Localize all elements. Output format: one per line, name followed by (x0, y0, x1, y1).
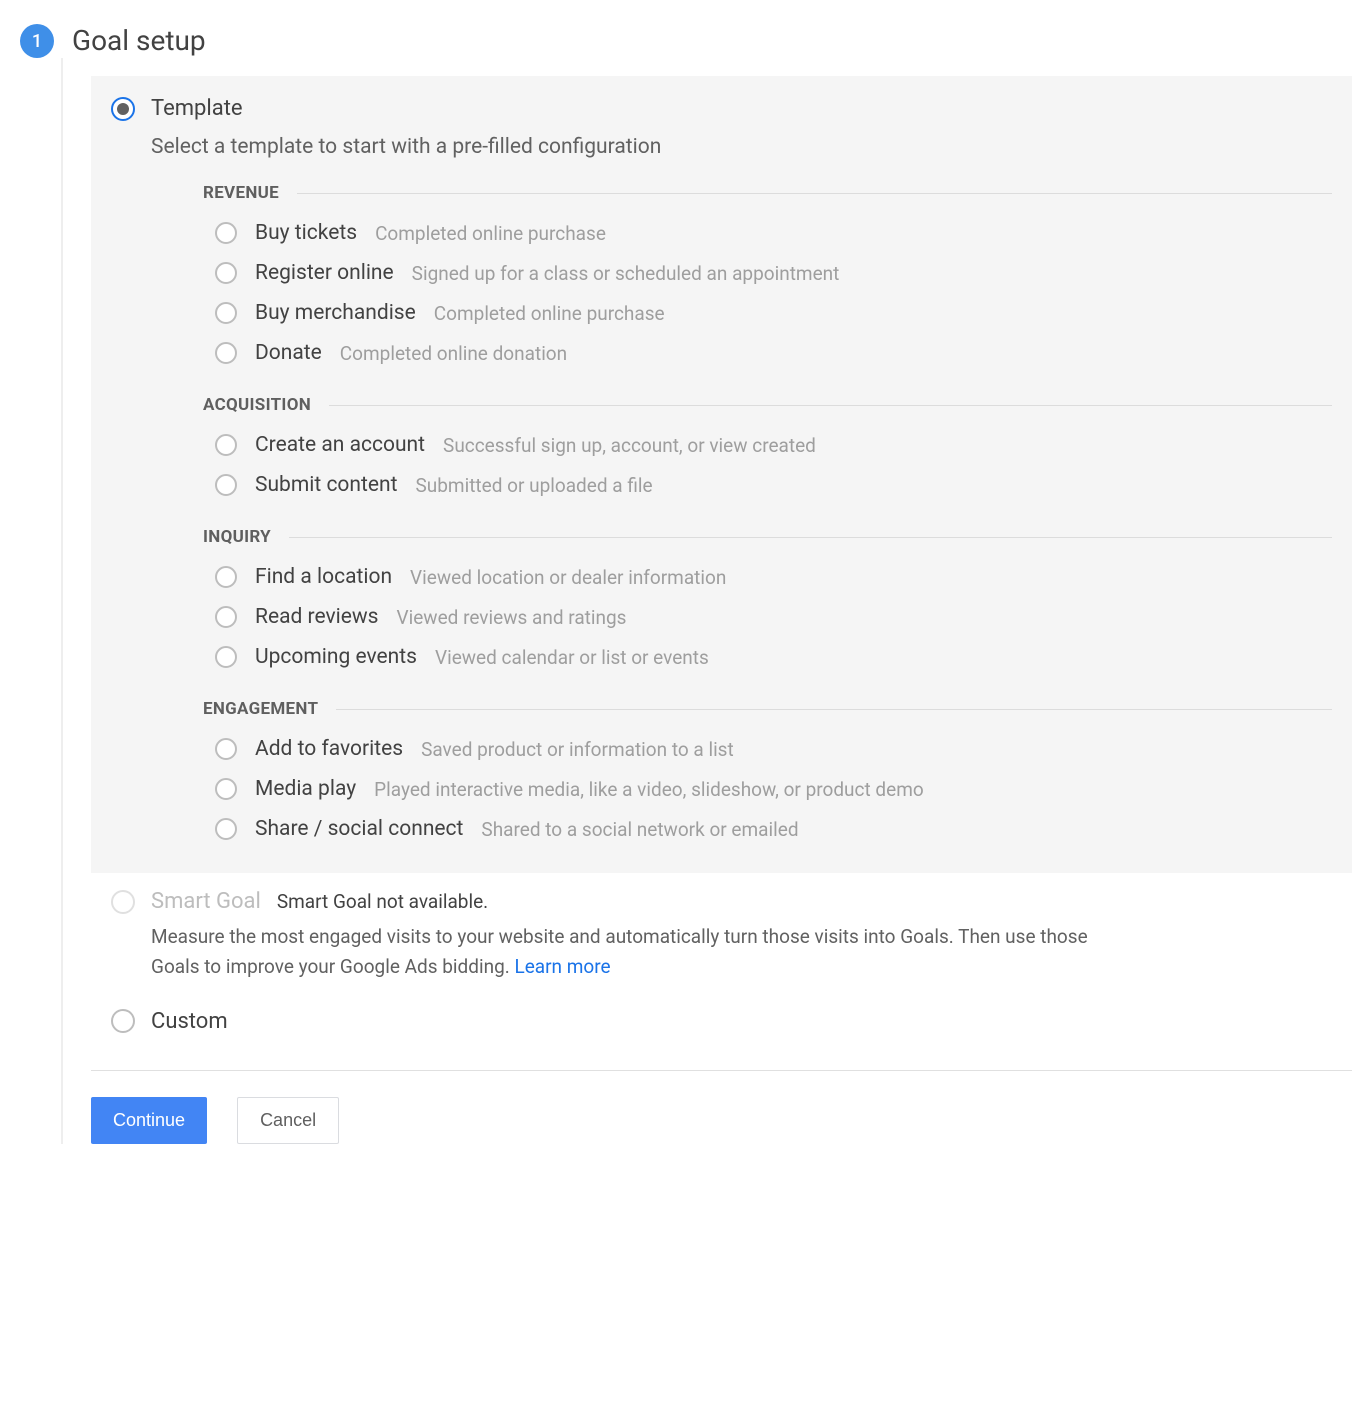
item-desc: Completed online purchase (434, 302, 665, 325)
item-label: Submit content (255, 473, 397, 497)
group-inquiry: INQUIRY Find a location Viewed location … (203, 527, 1332, 677)
group-revenue: REVENUE Buy tickets Completed online pur… (203, 183, 1332, 373)
smart-goal-block: Smart Goal Smart Goal not available. Mea… (111, 889, 1352, 983)
item-label: Share / social connect (255, 817, 463, 841)
smart-goal-radio (111, 890, 135, 914)
divider (91, 1070, 1352, 1071)
item-label: Media play (255, 777, 356, 801)
item-desc: Viewed calendar or list or events (435, 646, 709, 669)
custom-radio[interactable] (111, 1009, 135, 1033)
cancel-button[interactable]: Cancel (237, 1097, 339, 1144)
item-media-play[interactable]: Media play Played interactive media, lik… (215, 769, 1332, 809)
item-label: Add to favorites (255, 737, 403, 761)
template-radio-row[interactable]: Template (111, 96, 1332, 121)
radio-find-location[interactable] (215, 566, 237, 588)
smart-goal-label: Smart Goal (151, 889, 261, 914)
item-label: Create an account (255, 433, 425, 457)
button-row: Continue Cancel (91, 1097, 1352, 1144)
group-revenue-title: REVENUE (203, 183, 279, 203)
radio-buy-tickets[interactable] (215, 222, 237, 244)
smart-goal-radio-row: Smart Goal Smart Goal not available. (111, 889, 1352, 914)
item-desc: Signed up for a class or scheduled an ap… (412, 262, 840, 285)
item-label: Buy merchandise (255, 301, 416, 325)
item-desc: Saved product or information to a list (421, 738, 734, 761)
item-read-reviews[interactable]: Read reviews Viewed reviews and ratings (215, 597, 1332, 637)
item-label: Register online (255, 261, 394, 285)
radio-buy-merchandise[interactable] (215, 302, 237, 324)
custom-label: Custom (151, 1009, 228, 1034)
item-create-account[interactable]: Create an account Successful sign up, ac… (215, 425, 1332, 465)
radio-upcoming-events[interactable] (215, 646, 237, 668)
item-share-social[interactable]: Share / social connect Shared to a socia… (215, 809, 1332, 849)
item-add-favorites[interactable]: Add to favorites Saved product or inform… (215, 729, 1332, 769)
item-label: Donate (255, 341, 322, 365)
divider (329, 405, 1332, 406)
item-find-location[interactable]: Find a location Viewed location or deale… (215, 557, 1332, 597)
group-inquiry-title: INQUIRY (203, 527, 271, 547)
template-label: Template (151, 96, 243, 121)
radio-media-play[interactable] (215, 778, 237, 800)
learn-more-link[interactable]: Learn more (514, 955, 610, 978)
radio-read-reviews[interactable] (215, 606, 237, 628)
item-label: Find a location (255, 565, 392, 589)
divider (289, 537, 1332, 538)
radio-register-online[interactable] (215, 262, 237, 284)
item-desc: Shared to a social network or emailed (481, 818, 798, 841)
item-buy-tickets[interactable]: Buy tickets Completed online purchase (215, 213, 1332, 253)
custom-radio-row[interactable]: Custom (111, 1009, 1352, 1034)
template-panel: Template Select a template to start with… (91, 76, 1352, 873)
item-submit-content[interactable]: Submit content Submitted or uploaded a f… (215, 465, 1332, 505)
continue-button[interactable]: Continue (91, 1097, 207, 1144)
item-desc: Completed online donation (340, 342, 567, 365)
radio-share-social[interactable] (215, 818, 237, 840)
options-area: Template Select a template to start with… (91, 76, 1352, 1034)
smart-goal-desc-text: Measure the most engaged visits to your … (151, 925, 1088, 978)
item-desc: Submitted or uploaded a file (415, 474, 652, 497)
group-inquiry-header: INQUIRY (203, 527, 1332, 547)
item-desc: Successful sign up, account, or view cre… (443, 434, 816, 457)
step-title: Goal setup (72, 24, 206, 57)
radio-add-favorites[interactable] (215, 738, 237, 760)
item-desc: Completed online purchase (375, 222, 606, 245)
item-label: Buy tickets (255, 221, 357, 245)
item-donate[interactable]: Donate Completed online donation (215, 333, 1332, 373)
item-desc: Viewed reviews and ratings (397, 606, 627, 629)
template-description: Select a template to start with a pre-fi… (151, 135, 1332, 159)
group-acquisition-title: ACQUISITION (203, 395, 311, 415)
divider (297, 193, 1332, 194)
item-desc: Played interactive media, like a video, … (374, 778, 924, 801)
divider (336, 709, 1332, 710)
step-number-badge: 1 (20, 24, 54, 58)
item-desc: Viewed location or dealer information (410, 566, 726, 589)
item-label: Read reviews (255, 605, 379, 629)
item-buy-merchandise[interactable]: Buy merchandise Completed online purchas… (215, 293, 1332, 333)
radio-donate[interactable] (215, 342, 237, 364)
item-upcoming-events[interactable]: Upcoming events Viewed calendar or list … (215, 637, 1332, 677)
radio-submit-content[interactable] (215, 474, 237, 496)
template-radio[interactable] (111, 97, 135, 121)
radio-create-account[interactable] (215, 434, 237, 456)
item-register-online[interactable]: Register online Signed up for a class or… (215, 253, 1332, 293)
group-acquisition: ACQUISITION Create an account Successful… (203, 395, 1332, 505)
group-acquisition-header: ACQUISITION (203, 395, 1332, 415)
smart-goal-description: Measure the most engaged visits to your … (151, 922, 1131, 983)
group-engagement-header: ENGAGEMENT (203, 699, 1332, 719)
item-label: Upcoming events (255, 645, 417, 669)
group-engagement-title: ENGAGEMENT (203, 699, 318, 719)
smart-goal-not-available: Smart Goal not available. (277, 890, 488, 913)
group-engagement: ENGAGEMENT Add to favorites Saved produc… (203, 699, 1332, 849)
group-revenue-header: REVENUE (203, 183, 1332, 203)
step-header: 1 Goal setup (20, 20, 1352, 58)
step-body: Template Select a template to start with… (61, 58, 1352, 1144)
